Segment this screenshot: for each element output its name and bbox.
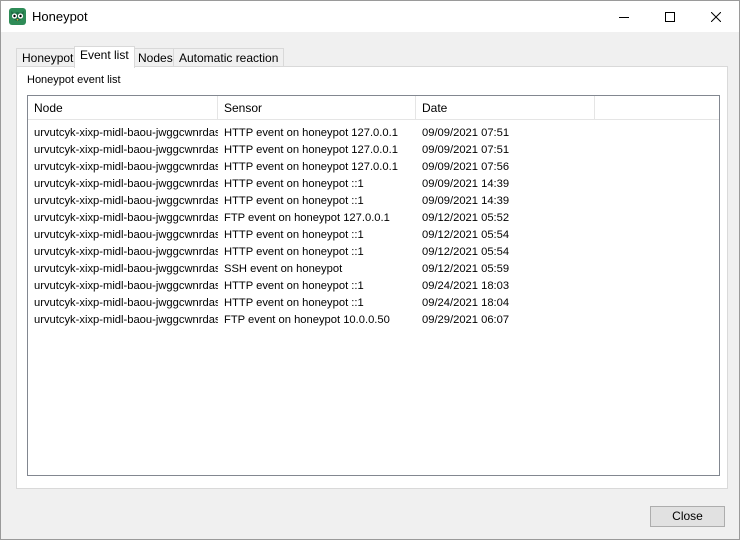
tab-honeypot[interactable]: Honeypot	[16, 48, 80, 67]
cell-sensor: HTTP event on honeypot 127.0.0.1	[224, 161, 398, 173]
cell-sensor: SSH event on honeypot	[224, 263, 343, 275]
event-list-panel: Honeypot event list Node Sensor Date urv…	[16, 66, 728, 489]
cell-node: urvutcyk-xixp-midl-baou-jwggcwnrdasf	[34, 263, 218, 275]
cell-date: 09/24/2021 18:04	[422, 297, 510, 309]
cell-sensor: HTTP event on honeypot 127.0.0.1	[224, 144, 398, 156]
cell-sensor: HTTP event on honeypot ::1	[224, 280, 364, 292]
cell-node: urvutcyk-xixp-midl-baou-jwggcwnrdasf	[34, 314, 218, 326]
cell-date: 09/09/2021 07:51	[422, 127, 510, 139]
table-row[interactable]: urvutcyk-xixp-midl-baou-jwggcwnrdasf HTTP…	[28, 125, 719, 142]
tab-automatic-reaction[interactable]: Automatic reaction	[173, 48, 285, 67]
list-header: Node Sensor Date	[28, 96, 719, 120]
list-body: urvutcyk-xixp-midl-baou-jwggcwnrdasf HTTP…	[28, 125, 719, 329]
table-row[interactable]: urvutcyk-xixp-midl-baou-jwggcwnrdasf HTTP…	[28, 159, 719, 176]
table-row[interactable]: urvutcyk-xixp-midl-baou-jwggcwnrdasf HTTP…	[28, 244, 719, 261]
cell-node: urvutcyk-xixp-midl-baou-jwggcwnrdasf	[34, 178, 218, 190]
table-row[interactable]: urvutcyk-xixp-midl-baou-jwggcwnrdasf HTTP…	[28, 176, 719, 193]
cell-date: 09/12/2021 05:54	[422, 246, 510, 258]
title-bar[interactable]: Honeypot	[1, 1, 739, 32]
cell-node: urvutcyk-xixp-midl-baou-jwggcwnrdasf	[34, 195, 218, 207]
cell-node: urvutcyk-xixp-midl-baou-jwggcwnrdasf	[34, 212, 218, 224]
column-header-node[interactable]: Node	[28, 96, 218, 120]
close-window-button[interactable]	[693, 1, 739, 32]
cell-node: urvutcyk-xixp-midl-baou-jwggcwnrdasf	[34, 127, 218, 139]
cell-node: urvutcyk-xixp-midl-baou-jwggcwnrdasf	[34, 297, 218, 309]
maximize-button[interactable]	[647, 1, 693, 32]
cell-date: 09/29/2021 06:07	[422, 314, 510, 326]
cell-node: urvutcyk-xixp-midl-baou-jwggcwnrdasf	[34, 144, 218, 156]
cell-sensor: HTTP event on honeypot ::1	[224, 229, 364, 241]
close-button[interactable]: Close	[650, 506, 725, 527]
column-header-date[interactable]: Date	[416, 96, 595, 120]
table-row[interactable]: urvutcyk-xixp-midl-baou-jwggcwnrdasf SSH …	[28, 261, 719, 278]
cell-date: 09/09/2021 14:39	[422, 178, 510, 190]
cell-date: 09/09/2021 14:39	[422, 195, 510, 207]
cell-sensor: HTTP event on honeypot ::1	[224, 195, 364, 207]
cell-sensor: HTTP event on honeypot ::1	[224, 178, 364, 190]
table-row[interactable]: urvutcyk-xixp-midl-baou-jwggcwnrdasf HTTP…	[28, 142, 719, 159]
tab-nodes[interactable]: Nodes	[132, 48, 179, 67]
table-row[interactable]: urvutcyk-xixp-midl-baou-jwggcwnrdasf HTTP…	[28, 227, 719, 244]
cell-sensor: FTP event on honeypot 10.0.0.50	[224, 314, 390, 326]
cell-node: urvutcyk-xixp-midl-baou-jwggcwnrdasf	[34, 229, 218, 241]
minimize-button[interactable]	[601, 1, 647, 32]
cell-date: 09/12/2021 05:54	[422, 229, 510, 241]
owl-icon	[9, 8, 26, 25]
table-row[interactable]: urvutcyk-xixp-midl-baou-jwggcwnrdasf FTP …	[28, 312, 719, 329]
column-header-sensor[interactable]: Sensor	[218, 96, 416, 120]
table-row[interactable]: urvutcyk-xixp-midl-baou-jwggcwnrdasf HTTP…	[28, 193, 719, 210]
table-row[interactable]: urvutcyk-xixp-midl-baou-jwggcwnrdasf HTTP…	[28, 295, 719, 312]
window-title: Honeypot	[32, 9, 88, 24]
honeypot-window: Honeypot Honeypot Event list Nodes Autom…	[0, 0, 740, 540]
cell-node: urvutcyk-xixp-midl-baou-jwggcwnrdasf	[34, 161, 218, 173]
cell-date: 09/12/2021 05:52	[422, 212, 510, 224]
table-row[interactable]: urvutcyk-xixp-midl-baou-jwggcwnrdasf FTP …	[28, 210, 719, 227]
cell-sensor: HTTP event on honeypot ::1	[224, 297, 364, 309]
cell-sensor: FTP event on honeypot 127.0.0.1	[224, 212, 390, 224]
table-row[interactable]: urvutcyk-xixp-midl-baou-jwggcwnrdasf HTTP…	[28, 278, 719, 295]
cell-date: 09/12/2021 05:59	[422, 263, 510, 275]
cell-node: urvutcyk-xixp-midl-baou-jwggcwnrdasf	[34, 246, 218, 258]
cell-sensor: HTTP event on honeypot ::1	[224, 246, 364, 258]
cell-sensor: HTTP event on honeypot 127.0.0.1	[224, 127, 398, 139]
cell-date: 09/24/2021 18:03	[422, 280, 510, 292]
event-list-view[interactable]: Node Sensor Date urvutcyk-xixp-midl-baou…	[27, 95, 720, 476]
minimize-icon	[619, 16, 629, 18]
tab-event-list[interactable]: Event list	[74, 46, 135, 68]
cell-node: urvutcyk-xixp-midl-baou-jwggcwnrdasf	[34, 280, 218, 292]
maximize-icon	[665, 11, 675, 22]
group-label: Honeypot event list	[27, 74, 121, 86]
close-icon	[711, 11, 721, 22]
cell-date: 09/09/2021 07:51	[422, 144, 510, 156]
cell-date: 09/09/2021 07:56	[422, 161, 510, 173]
